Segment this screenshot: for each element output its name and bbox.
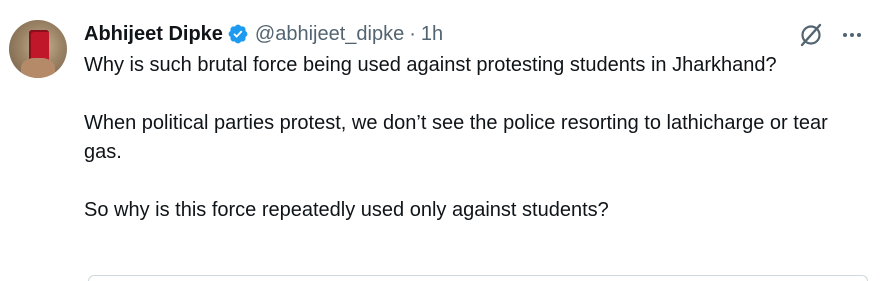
separator-dot: ·	[409, 22, 416, 45]
tweet-actions	[798, 22, 864, 48]
tweet-text: Why is such brutal force being used agai…	[84, 51, 864, 225]
avatar[interactable]	[9, 20, 67, 78]
author-display-name[interactable]: Abhijeet Dipke	[84, 23, 223, 46]
avatar-photo-hand	[21, 58, 55, 78]
tweet-paragraph: So why is this force repeatedly used onl…	[84, 199, 609, 221]
more-options-icon[interactable]	[840, 23, 864, 47]
tweet-paragraph: When political parties protest, we don’t…	[84, 112, 828, 163]
tweet[interactable]: Abhijeet Dipke @abhijeet_dipke · 1h Why …	[0, 0, 880, 281]
verified-badge-icon	[228, 24, 248, 44]
tweet-timestamp[interactable]: 1h	[421, 23, 443, 46]
embedded-card-edge[interactable]	[88, 275, 868, 281]
tweet-header: Abhijeet Dipke @abhijeet_dipke · 1h	[84, 20, 443, 48]
grok-icon[interactable]	[798, 22, 824, 48]
tweet-paragraph: Why is such brutal force being used agai…	[84, 54, 777, 76]
author-handle[interactable]: @abhijeet_dipke	[255, 23, 404, 46]
